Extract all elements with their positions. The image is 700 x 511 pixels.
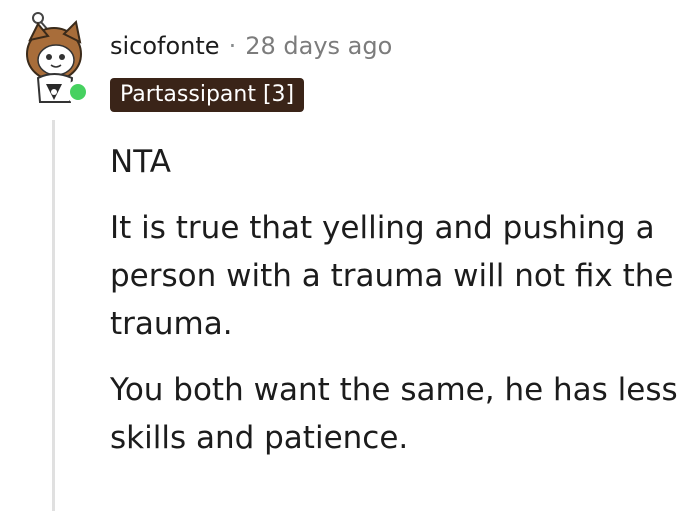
user-flair-badge: Partassipant [3] [110,78,305,112]
comment-paragraph: NTA [110,144,171,180]
comment: sicofonte · 28 days ago Partassipant [3]… [0,0,700,511]
username-link[interactable]: sicofonte [110,32,220,60]
comment-body: NTA It is true that yelling and pushing … [110,138,698,480]
online-status-dot [66,80,90,104]
comment-paragraph: You both want the same, he has less skil… [110,372,678,456]
timestamp-link[interactable]: 28 days ago [245,32,392,60]
comment-paragraph: It is true that yelling and pushing a pe… [110,210,674,342]
meta-separator: · [228,32,237,60]
comment-meta: sicofonte · 28 days ago [110,31,392,61]
thread-collapse-line[interactable] [52,120,55,511]
